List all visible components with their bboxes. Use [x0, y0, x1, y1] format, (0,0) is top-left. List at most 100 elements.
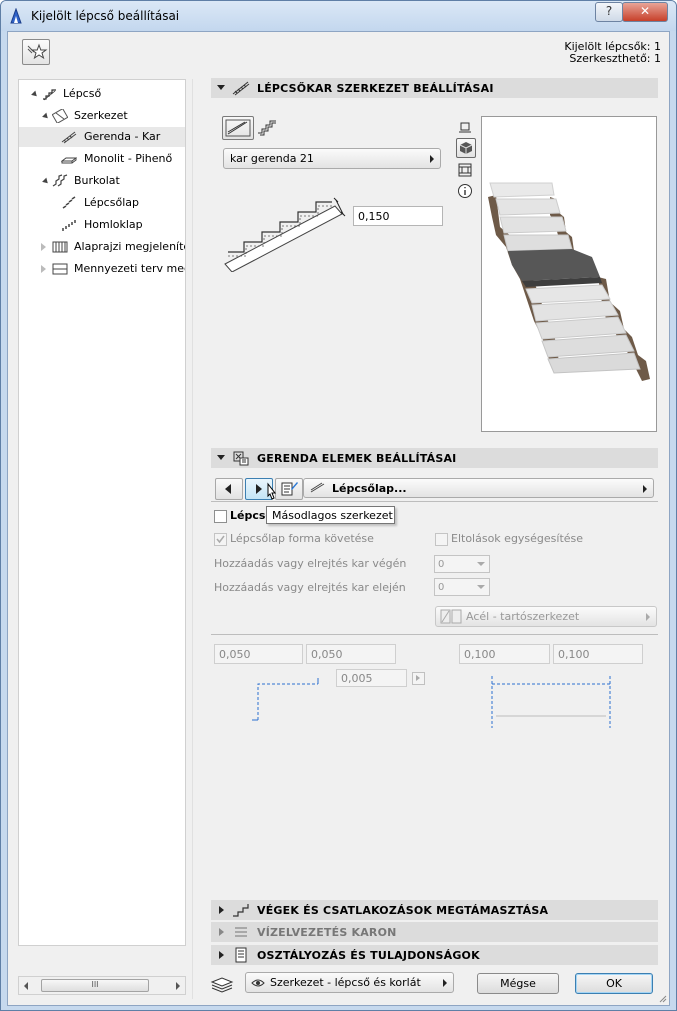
collapsed-arrow-icon[interactable] — [41, 265, 46, 273]
right-arrow-icon — [256, 484, 262, 494]
check-icon — [216, 535, 225, 544]
scroll-right-icon[interactable] — [176, 982, 180, 990]
section-header-drainage[interactable]: VÍZELVEZETÉS KARON — [211, 922, 658, 942]
follow-tread-shape-checkbox[interactable] — [214, 533, 227, 546]
ok-button[interactable]: OK — [575, 973, 653, 994]
center-dimension-stepper[interactable] — [412, 672, 425, 685]
finish-icon — [52, 174, 68, 187]
favorites-button[interactable] — [22, 39, 50, 65]
left-arrow-icon — [225, 484, 231, 494]
stepped-stringer-icon — [258, 120, 276, 136]
right-dimension-input-2[interactable]: 0,100 — [553, 644, 643, 664]
beam-elements-icon — [233, 451, 249, 466]
right-dimension-input-1[interactable]: 0,100 — [459, 644, 550, 664]
panel-divider — [192, 79, 193, 999]
resize-grip-icon[interactable] — [657, 993, 667, 1003]
dialog-client-area: Kijelölt lépcsők: 1 Szerkeszthető: 1 Lép… — [7, 31, 670, 1006]
tread-element-icon — [310, 482, 325, 493]
section-header-classification[interactable]: OSZTÁLYOZÁS ÉS TULAJDONSÁGOK — [211, 945, 658, 965]
tree-item-beam-flight[interactable]: Gerenda - Kar — [19, 127, 185, 147]
tree-item-structure[interactable]: Szerkezet — [19, 106, 185, 126]
floorplan-view-icon[interactable] — [457, 120, 473, 134]
beam-type-button[interactable] — [222, 116, 254, 140]
3d-view-button[interactable] — [456, 138, 476, 158]
previous-element-button[interactable] — [215, 478, 243, 500]
tread-checkbox[interactable] — [214, 510, 227, 523]
tree-item-ceiling-plan[interactable]: Mennyezeti terv megjelenítés — [19, 259, 185, 279]
tree-item-monolith-landing[interactable]: Monolit - Pihenő — [19, 149, 185, 169]
settings-tree: Lépcső Szerkezet Gerenda - Kar Monolit -… — [18, 79, 186, 946]
unify-offsets-checkbox[interactable] — [435, 533, 448, 546]
element-settings-button[interactable] — [275, 478, 303, 500]
stepped-beam-button[interactable] — [256, 116, 282, 138]
expand-arrow-icon[interactable] — [217, 455, 225, 460]
tree-item-label: Monolit - Pihenő — [84, 152, 173, 165]
dropdown-value: Lépcsőlap... — [332, 482, 407, 495]
section-view-icon[interactable] — [457, 162, 473, 178]
info-icon[interactable] — [457, 183, 473, 199]
expand-arrow-icon[interactable] — [217, 85, 225, 90]
tree-horizontal-scrollbar[interactable]: III — [18, 976, 186, 995]
landing-icon — [61, 157, 77, 164]
expand-arrow-icon[interactable] — [42, 177, 50, 186]
tree-item-riser[interactable]: Homloklap — [19, 215, 185, 235]
section-title: GERENDA ELEMEK BEÁLLÍTÁSAI — [257, 452, 457, 465]
start-offset-label: Hozzáadás vagy elrejtés kar elején — [214, 581, 406, 594]
tree-item-floorplan-display[interactable]: Alaprajzi megjelenítés — [19, 237, 185, 257]
collapsed-arrow-icon[interactable] — [219, 951, 224, 959]
layer-dropdown[interactable]: Szerkezet - lépcső és korlát — [245, 972, 454, 993]
ceiling-icon — [52, 263, 68, 275]
combo-arrow-icon — [477, 585, 485, 589]
tree-item-label: Homloklap — [84, 218, 143, 231]
combo-arrow-icon — [477, 562, 485, 566]
collapsed-arrow-icon[interactable] — [219, 906, 224, 914]
left-dimension-input-1[interactable]: 0,050 — [214, 644, 303, 664]
thickness-input[interactable]: 0,150 — [353, 206, 443, 226]
start-offset-combo[interactable]: 0 — [434, 578, 490, 596]
selection-info: Kijelölt lépcsők: 1 Szerkeszthető: 1 — [564, 41, 661, 65]
structure-icon — [52, 109, 68, 123]
tooltip: Másodlagos szerkezet — [266, 506, 395, 524]
floorplan-icon — [52, 241, 68, 253]
element-type-dropdown[interactable]: Lépcsőlap... — [303, 478, 654, 498]
collapsed-arrow-icon[interactable] — [219, 928, 224, 936]
section-title: OSZTÁLYOZÁS ÉS TULAJDONSÁGOK — [257, 949, 480, 962]
tree-item-label: Lépcső — [63, 87, 102, 100]
section-header-ends-connections[interactable]: VÉGEK ÉS CSATLAKOZÁSOK MEGTÁMASZTÁSA — [211, 900, 658, 920]
beam-slope-icon — [225, 119, 251, 137]
tree-item-stair[interactable]: Lépcső — [19, 84, 185, 104]
riser-icon — [62, 220, 76, 231]
left-dimension-input-2[interactable]: 0,050 — [306, 644, 396, 664]
expand-arrow-icon[interactable] — [31, 90, 39, 99]
edit-settings-icon — [281, 482, 298, 496]
cancel-button[interactable]: Mégse — [477, 973, 559, 994]
tree-item-label: Lépcsőlap — [84, 196, 139, 209]
stair-icon — [43, 89, 56, 101]
expand-arrow-icon[interactable] — [42, 112, 50, 121]
scroll-thumb[interactable]: III — [41, 979, 149, 992]
dropdown-arrow-icon — [646, 613, 650, 621]
section-header-beam-elements[interactable]: GERENDA ELEMEK BEÁLLÍTÁSAI — [211, 448, 658, 468]
beam-flight-icon — [232, 81, 250, 96]
combo-value: 0 — [438, 582, 445, 593]
tree-item-label: Szerkezet — [74, 109, 128, 122]
beam-type-dropdown[interactable]: kar gerenda 21 — [223, 148, 441, 169]
separator — [211, 634, 658, 635]
classification-icon — [235, 947, 247, 963]
archicad-app-icon — [10, 8, 22, 24]
section-header-flight-structure[interactable]: LÉPCSŐKAR SZERKEZET BEÁLLÍTÁSAI — [211, 78, 658, 98]
tree-item-finish[interactable]: Burkolat — [19, 171, 185, 191]
stair-3d-render — [488, 182, 650, 381]
tree-item-tread[interactable]: Lépcsőlap — [19, 193, 185, 213]
scroll-left-icon[interactable] — [24, 982, 28, 990]
close-button[interactable]: ✕ — [622, 2, 668, 22]
favorites-star-icon — [27, 43, 48, 60]
collapsed-arrow-icon[interactable] — [41, 243, 46, 251]
end-offset-combo[interactable]: 0 — [434, 555, 490, 573]
center-dimension-input[interactable]: 0,005 — [336, 669, 407, 687]
material-dropdown[interactable]: Acél - tartószerkezet — [435, 606, 657, 627]
mouse-cursor-icon — [267, 482, 277, 500]
right-profile-diagram — [491, 676, 611, 728]
help-button[interactable]: ? — [595, 2, 623, 22]
dropdown-arrow-icon — [430, 155, 434, 163]
